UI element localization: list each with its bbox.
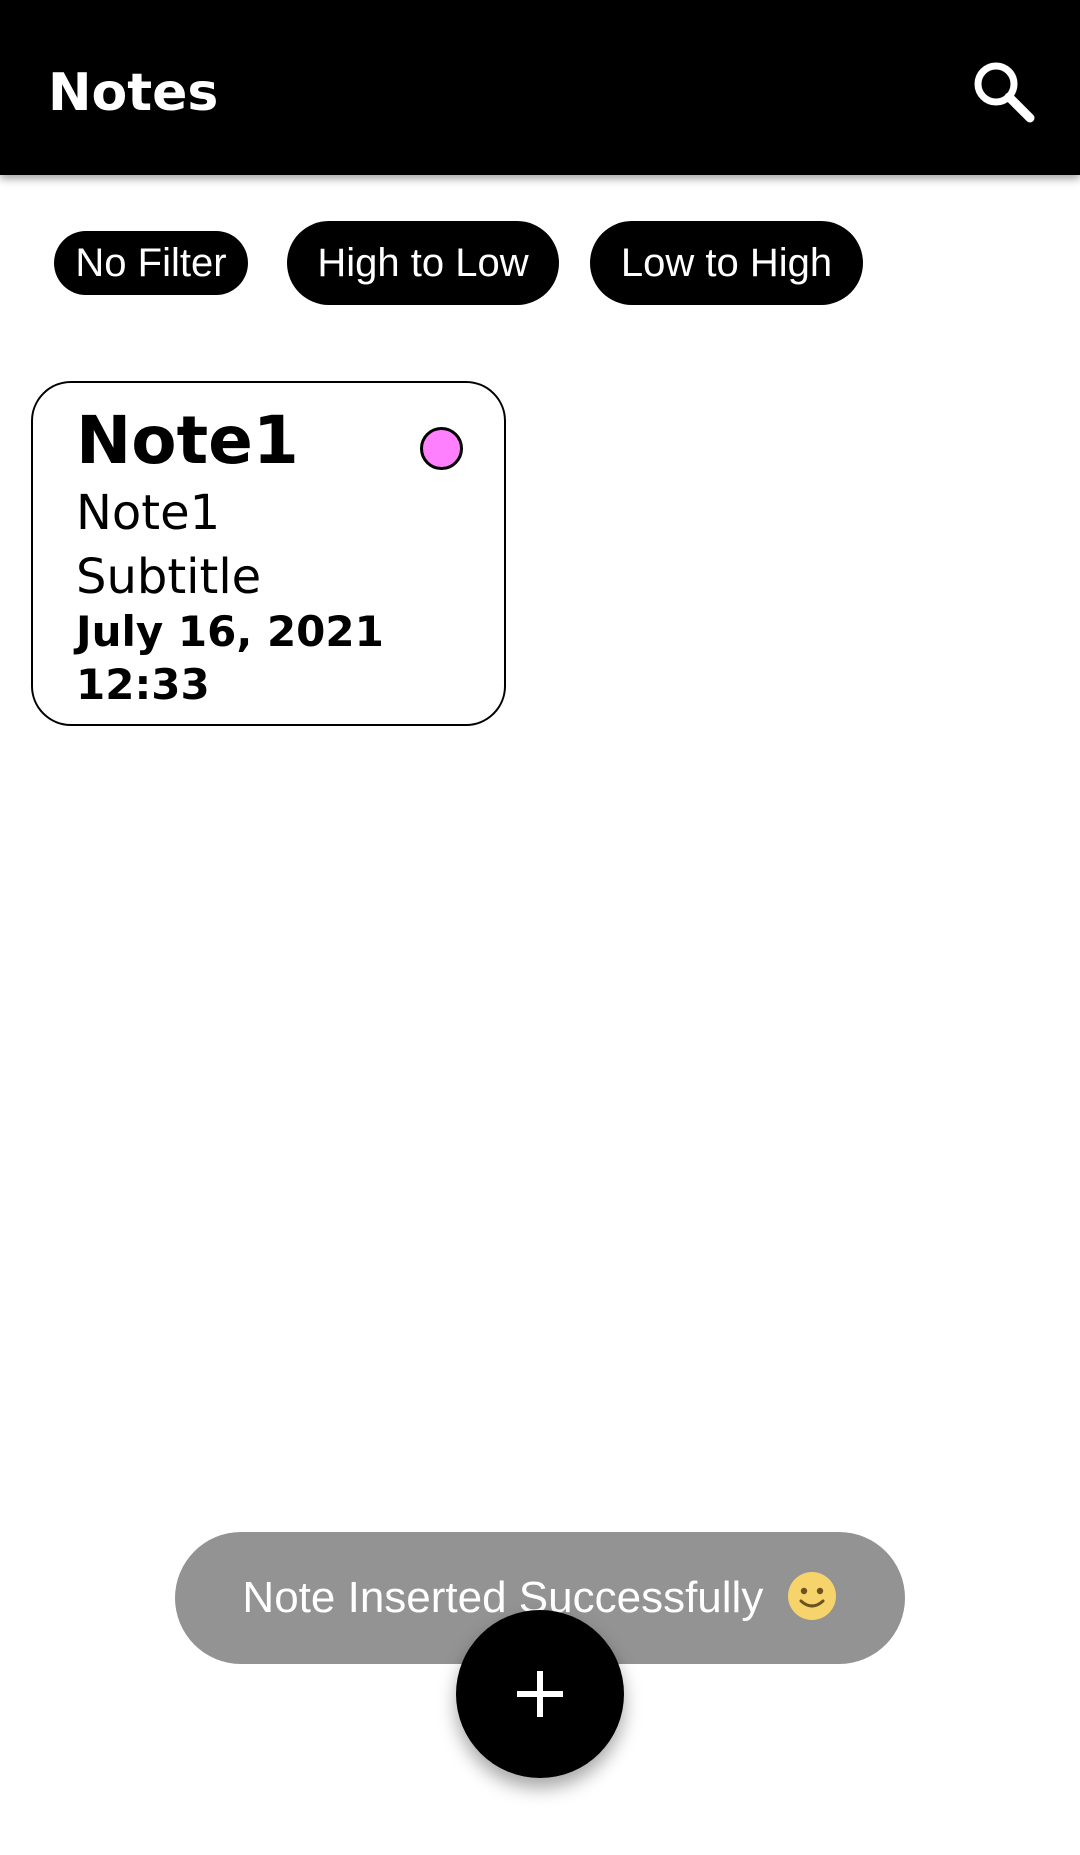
app-bar: Notes <box>0 0 1080 175</box>
search-icon <box>974 62 1035 123</box>
filter-low-to-high-button[interactable]: Low to High <box>590 221 863 305</box>
search-button[interactable] <box>970 58 1040 128</box>
filter-high-to-low-button[interactable]: High to Low <box>287 221 559 305</box>
note-datetime: July 16, 2021 12:33 <box>76 607 384 709</box>
note-card[interactable]: Note1 Note1 Subtitle July 16, 2021 12:33 <box>31 381 506 726</box>
add-note-button[interactable] <box>456 1610 624 1778</box>
toast-text: Note Inserted Successfully <box>242 1573 764 1622</box>
note-subtitle: Note1 Subtitle <box>76 485 262 605</box>
smiley-face-icon <box>787 1572 836 1621</box>
filter-no-filter-button[interactable]: No Filter <box>54 231 248 295</box>
page-title: Notes <box>48 63 219 123</box>
note-title: Note1 <box>76 402 299 479</box>
plus-icon <box>517 1671 563 1717</box>
priority-indicator <box>420 427 463 470</box>
